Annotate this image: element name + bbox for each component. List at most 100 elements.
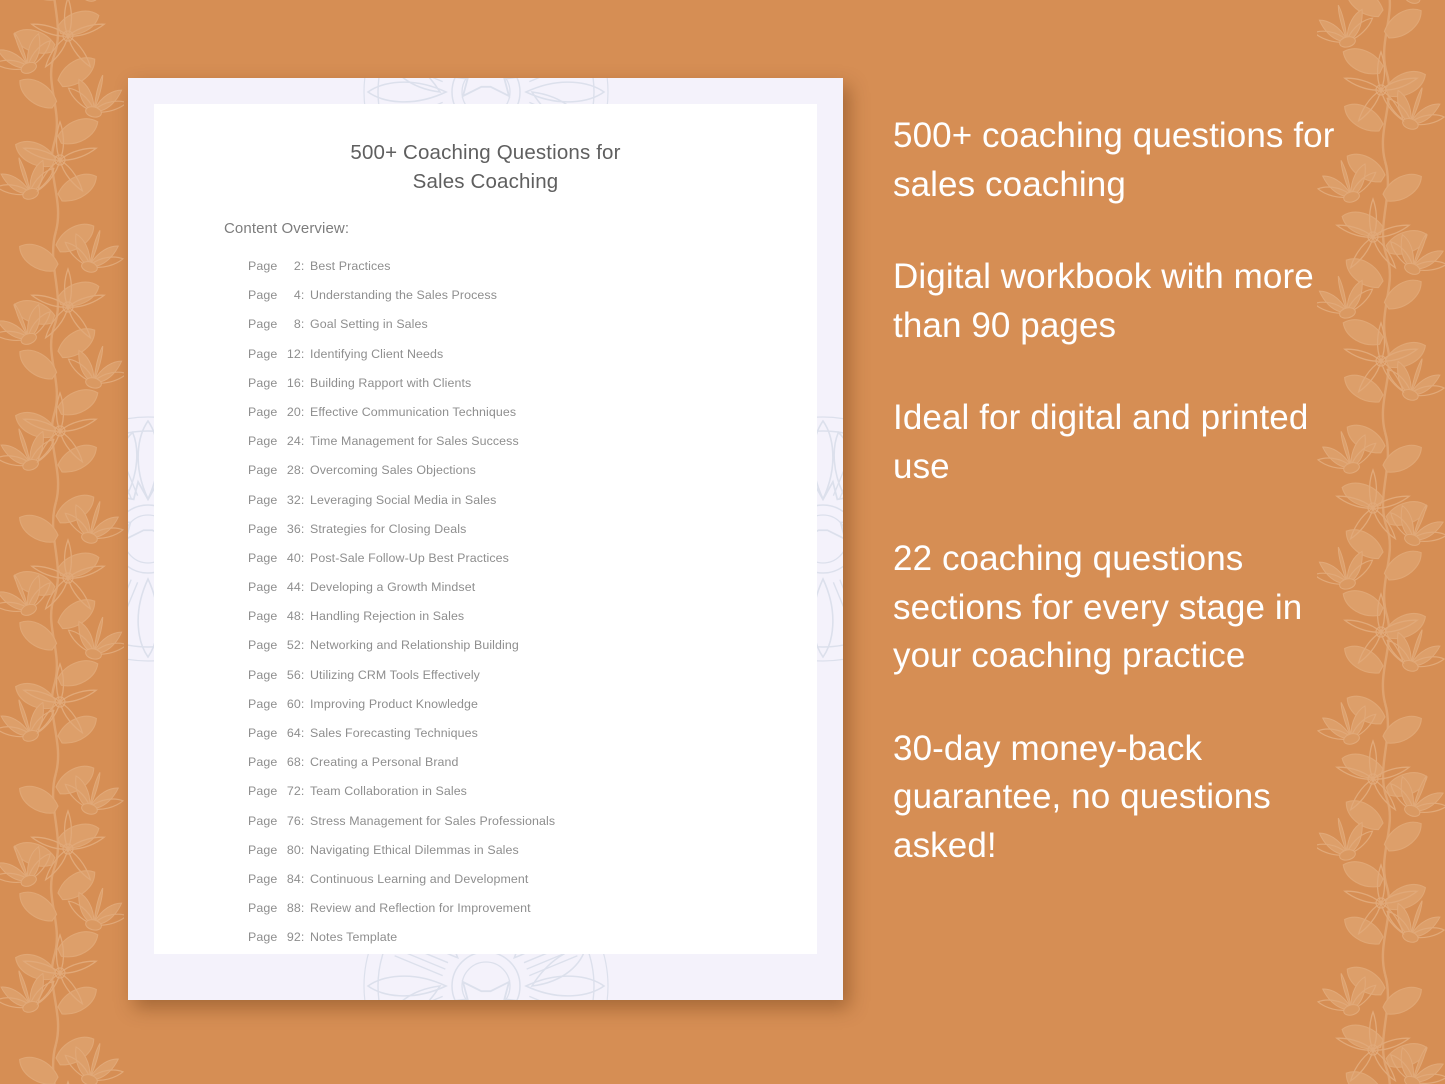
toc-entry-page-word: Page bbox=[248, 667, 278, 682]
toc-entry-page-word: Page bbox=[248, 755, 278, 770]
toc-entry-page: Page 52: bbox=[248, 631, 304, 660]
toc-entry-title: Overcoming Sales Objections bbox=[310, 463, 476, 478]
toc-entry-page: Page 12: bbox=[248, 340, 304, 369]
toc-entry-page-word: Page bbox=[248, 871, 278, 886]
toc-entry-title: Post-Sale Follow-Up Best Practices bbox=[310, 550, 509, 565]
toc-entry-page: Page 48: bbox=[248, 602, 304, 631]
toc-entry-page: Page 24: bbox=[248, 427, 304, 456]
toc-entry-page: Page 44: bbox=[248, 573, 304, 602]
toc-entry-page-word: Page bbox=[248, 784, 278, 799]
toc-entry: Page 48: Handling Rejection in Sales bbox=[248, 602, 793, 631]
toc-entry-page-word: Page bbox=[248, 638, 278, 653]
toc-entry-page-word: Page bbox=[248, 609, 278, 624]
promo-block: Digital workbook with more than 90 pages bbox=[893, 257, 1314, 345]
toc-entry-page-number: 28 bbox=[286, 463, 301, 478]
toc-entry: Page 40: Post-Sale Follow-Up Best Practic… bbox=[248, 544, 793, 573]
promo-block: 30-day money-back guarantee, no question… bbox=[893, 728, 1271, 865]
toc-entry: Page 2: Best Practices bbox=[248, 252, 793, 281]
toc-entry-page: Page 56: bbox=[248, 661, 304, 690]
toc-entry-title: Leveraging Social Media in Sales bbox=[310, 492, 497, 507]
toc-entry-page-number: 40 bbox=[286, 550, 301, 565]
promo-block: 22 coaching questions sections for every… bbox=[893, 539, 1303, 675]
poster-canvas: 500+ Coaching Questions for Sales Coachi… bbox=[0, 0, 1445, 1084]
toc-entry-page: Page 84: bbox=[248, 865, 304, 894]
table-of-contents: Page 2: Best Practices Page 4: Understandin… bbox=[248, 252, 793, 953]
toc-entry-page-number: 84 bbox=[286, 871, 301, 886]
toc-entry: Page 4: Understanding the Sales Process bbox=[248, 281, 793, 310]
toc-entry: Page 92: Notes Template bbox=[248, 923, 793, 952]
toc-entry-page: Page 68: bbox=[248, 748, 304, 777]
toc-entry-page-word: Page bbox=[248, 434, 278, 449]
toc-entry-page-word: Page bbox=[248, 901, 278, 916]
toc-entry-page-number: 32 bbox=[286, 492, 301, 507]
toc-entry-title: Continuous Learning and Development bbox=[310, 871, 529, 886]
toc-entry-page-word: Page bbox=[248, 346, 278, 361]
toc-entry: Page 72: Team Collaboration in Sales bbox=[248, 777, 793, 806]
toc-entry: Page 80: Navigating Ethical Dilemmas in S… bbox=[248, 836, 793, 865]
document-page: 500+ Coaching Questions for Sales Coachi… bbox=[154, 104, 817, 954]
document-title-line-1: 500+ Coaching Questions for bbox=[350, 141, 621, 164]
toc-entry-page-word: Page bbox=[248, 288, 278, 303]
toc-entry-title: Time Management for Sales Success bbox=[310, 434, 519, 449]
toc-entry-title: Goal Setting in Sales bbox=[310, 317, 428, 332]
toc-entry-page-word: Page bbox=[248, 463, 278, 478]
toc-entry-page-word: Page bbox=[248, 521, 278, 536]
toc-entry-page: Page 76: bbox=[248, 807, 304, 836]
toc-entry-page: Page 40: bbox=[248, 544, 304, 573]
toc-entry: Page 60: Improving Product Knowledge bbox=[248, 690, 793, 719]
toc-entry-title: Strategies for Closing Deals bbox=[310, 521, 467, 536]
toc-entry-page-word: Page bbox=[248, 813, 278, 828]
toc-entry-title: Best Practices bbox=[310, 259, 391, 273]
toc-entry-title: Identifying Client Needs bbox=[310, 346, 444, 361]
toc-entry-page-word: Page bbox=[248, 375, 278, 390]
toc-entry-page-number: 72 bbox=[286, 784, 301, 799]
toc-entry: Page 76: Stress Management for Sales Prof… bbox=[248, 807, 793, 836]
toc-entry-page: Page 88: bbox=[248, 894, 304, 923]
toc-entry-page-word: Page bbox=[248, 842, 278, 857]
content-overview-label: Content Overview: bbox=[224, 220, 350, 237]
toc-entry-page-number: 88 bbox=[286, 901, 301, 916]
toc-entry: Page 68: Creating a Personal Brand bbox=[248, 748, 793, 777]
toc-entry-page-number: 68 bbox=[286, 755, 301, 770]
toc-entry-title: Stress Management for Sales Professional… bbox=[310, 813, 556, 828]
toc-entry-page-word: Page bbox=[248, 696, 278, 711]
toc-entry-page-word: Page bbox=[248, 726, 278, 740]
toc-entry-page-word: Page bbox=[248, 259, 278, 273]
toc-entry-page-number: 92 bbox=[286, 930, 301, 945]
toc-entry-page-number: 52 bbox=[286, 638, 301, 653]
toc-entry-title: Effective Communication Techniques bbox=[310, 404, 517, 419]
toc-entry-title: Review and Reflection for Improvement bbox=[310, 901, 531, 916]
toc-entry-page: Page 92: bbox=[248, 923, 304, 952]
document-title: 500+ Coaching Questions for Sales Coachi… bbox=[154, 138, 817, 196]
toc-entry-title: Creating a Personal Brand bbox=[310, 755, 459, 770]
toc-entry-page: Page 80: bbox=[248, 836, 304, 865]
toc-entry: Page 12: Identifying Client Needs bbox=[248, 340, 793, 369]
toc-entry-page-word: Page bbox=[248, 580, 278, 595]
toc-entry: Page 36: Strategies for Closing Deals bbox=[248, 515, 793, 544]
toc-entry: Page 32: Leveraging Social Media in Sales bbox=[248, 486, 793, 515]
promo-block: 500+ coaching questions for sales coachi… bbox=[893, 116, 1335, 204]
toc-entry-page: Page 64: bbox=[248, 719, 304, 748]
toc-entry-page: Page 60: bbox=[248, 690, 304, 719]
toc-entry-page-number: 64 bbox=[286, 726, 301, 740]
toc-entry-page-number: 24 bbox=[286, 434, 301, 449]
promo-text-column: 500+ coaching questions for sales coachi… bbox=[893, 112, 1363, 870]
promo-block: Ideal for digital and printed use bbox=[893, 398, 1309, 486]
toc-entry-page: Page 32: bbox=[248, 486, 304, 515]
toc-entry-page: Page 16: bbox=[248, 369, 304, 398]
toc-entry-page-number: 44 bbox=[286, 580, 301, 595]
toc-entry-page-number: 16 bbox=[286, 375, 301, 390]
product-preview-card: 500+ Coaching Questions for Sales Coachi… bbox=[128, 78, 843, 1000]
toc-entry-page-word: Page bbox=[248, 404, 278, 419]
toc-entry-page-number: 20 bbox=[286, 404, 301, 419]
toc-entry-page-number: 8 bbox=[293, 317, 301, 332]
toc-entry: Page 56: Utilizing CRM Tools Effectively bbox=[248, 661, 793, 690]
toc-entry: Page 52: Networking and Relationship Buil… bbox=[248, 631, 793, 660]
toc-entry-title: Team Collaboration in Sales bbox=[310, 784, 467, 799]
toc-entry-page: Page 72: bbox=[248, 777, 304, 806]
toc-entry-title: Navigating Ethical Dilemmas in Sales bbox=[310, 842, 519, 857]
toc-entry-page-word: Page bbox=[248, 492, 278, 507]
toc-entry: Page 44: Developing a Growth Mindset bbox=[248, 573, 793, 602]
document-title-line-2: Sales Coaching bbox=[412, 170, 559, 193]
toc-entry: Page 88: Review and Reflection for Improv… bbox=[248, 894, 793, 923]
